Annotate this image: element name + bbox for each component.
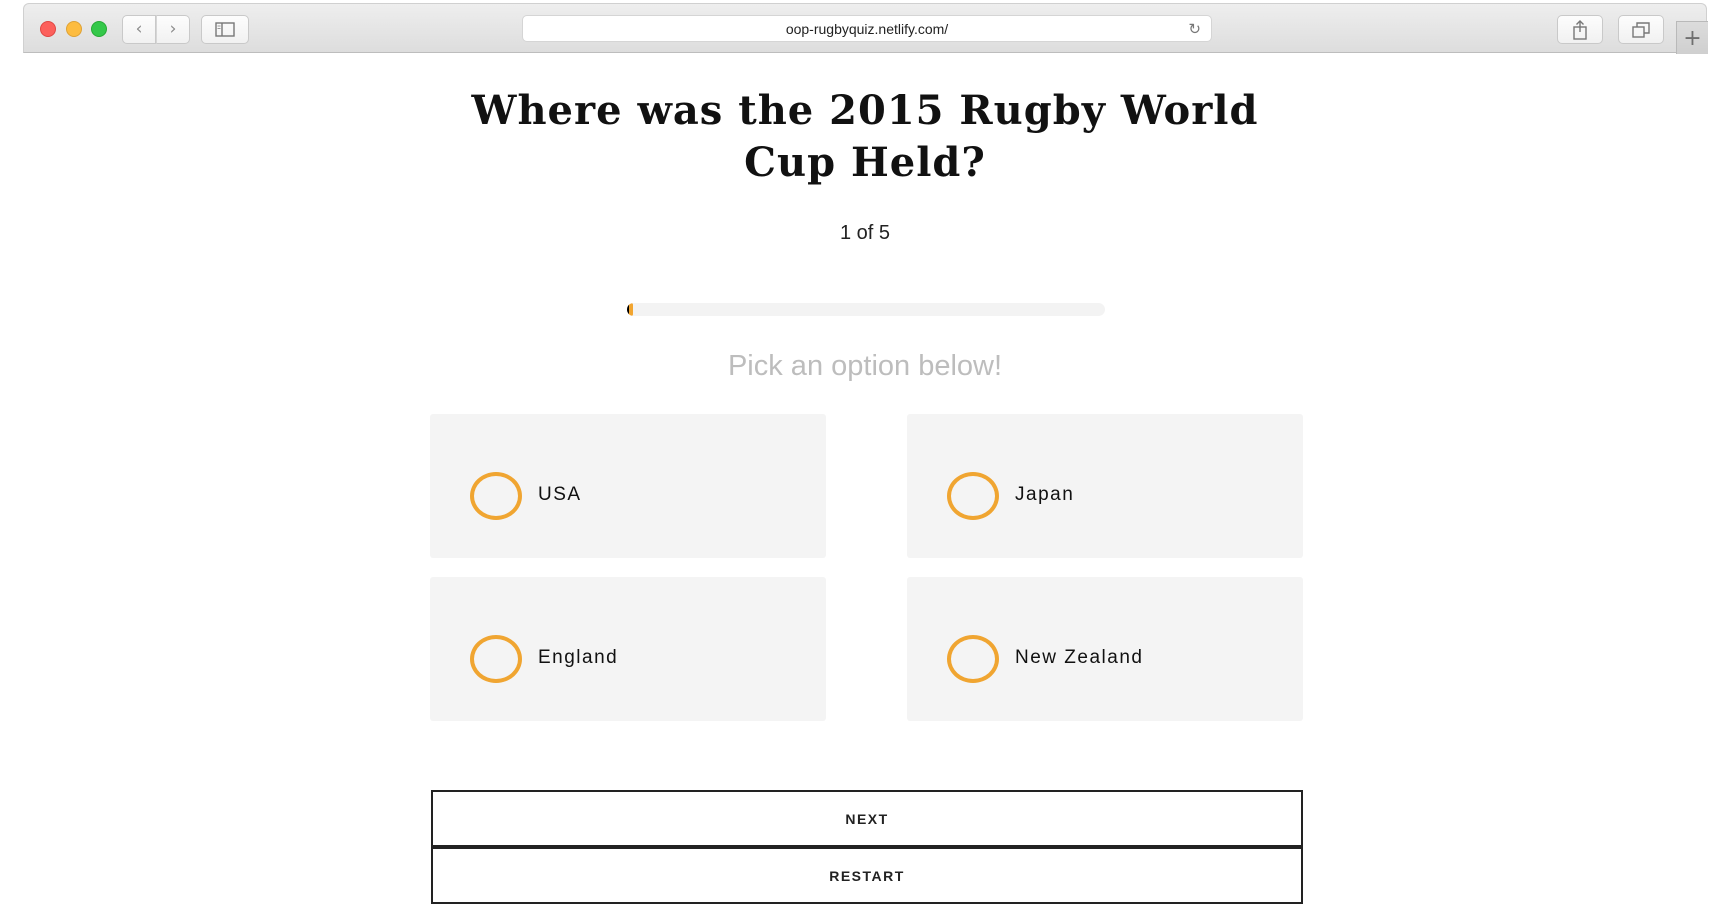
show-tabs-button[interactable]: [1618, 15, 1664, 44]
share-icon: [1573, 19, 1587, 40]
sidebar-icon: [215, 22, 235, 37]
progress-bar: [627, 303, 1105, 316]
chevron-right-icon: ›: [169, 19, 177, 39]
restart-button[interactable]: RESTART: [431, 847, 1303, 904]
next-button[interactable]: NEXT: [431, 790, 1303, 847]
tabs-icon: [1632, 21, 1650, 38]
progress-bar-fill: [627, 303, 633, 316]
option-card-new-zealand[interactable]: New Zealand: [907, 577, 1303, 721]
radio-circle-icon[interactable]: [947, 635, 999, 683]
address-bar[interactable]: oop-rugbyquiz.netlify.com/ ↻: [522, 15, 1212, 42]
minimize-window-button[interactable]: [66, 21, 82, 37]
question-counter: 1 of 5: [839, 222, 891, 244]
radio-circle-icon[interactable]: [470, 472, 522, 520]
radio-circle-icon[interactable]: [947, 472, 999, 520]
page: ‹ › oop-rugbyquiz.netlify.com/ ↻ + Where…: [0, 0, 1730, 920]
new-tab-button[interactable]: +: [1676, 21, 1708, 54]
browser-toolbar: ‹ › oop-rugbyquiz.netlify.com/ ↻ +: [23, 3, 1708, 54]
option-label: USA: [538, 484, 582, 505]
chevron-left-icon: ‹: [135, 19, 143, 39]
option-card-england[interactable]: England: [430, 577, 826, 721]
option-prompt: Pick an option below!: [727, 350, 1003, 382]
option-label: Japan: [1015, 484, 1075, 505]
address-url: oop-rugbyquiz.netlify.com/: [785, 20, 949, 37]
share-button[interactable]: [1557, 15, 1603, 44]
plus-icon: +: [1683, 25, 1702, 51]
radio-circle-icon[interactable]: [470, 635, 522, 683]
close-window-button[interactable]: [40, 21, 56, 37]
option-label: New Zealand: [1015, 647, 1144, 668]
option-card-japan[interactable]: Japan: [907, 414, 1303, 558]
question-title: Where was the 2015 Rugby World Cup Held?: [471, 87, 1259, 186]
option-card-usa[interactable]: USA: [430, 414, 826, 558]
zoom-window-button[interactable]: [91, 21, 107, 37]
back-button[interactable]: ‹: [122, 15, 156, 44]
reload-icon[interactable]: ↻: [1188, 20, 1201, 38]
forward-button[interactable]: ›: [156, 15, 190, 44]
sidebar-toggle-button[interactable]: [201, 15, 249, 44]
option-label: England: [538, 647, 619, 668]
